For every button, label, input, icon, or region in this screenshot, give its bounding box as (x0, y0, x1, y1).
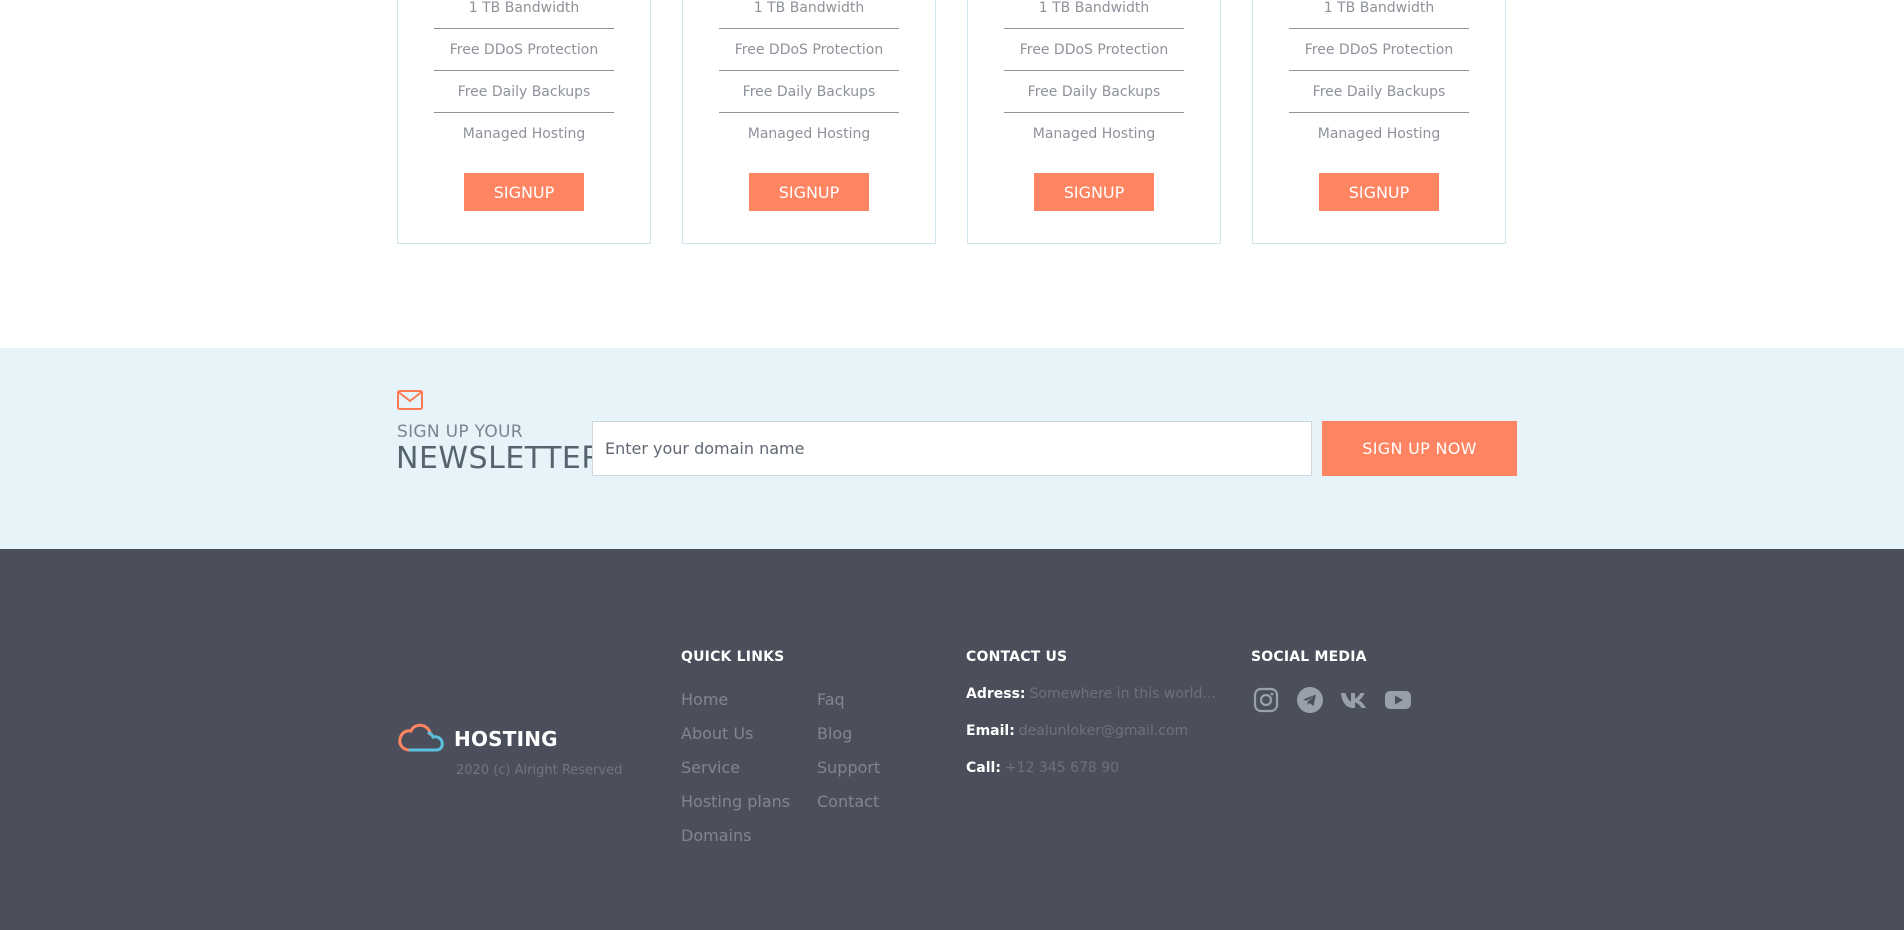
email-value[interactable]: dealunloker@gmail.com (1019, 723, 1188, 739)
divider (719, 70, 899, 71)
contact-title: CONTACT US (966, 649, 1068, 665)
signup-button[interactable]: SIGNUP (464, 173, 584, 211)
divider (719, 112, 899, 113)
plan-feature: Free Daily Backups (742, 84, 876, 100)
address-label: Adress: (966, 686, 1026, 702)
signup-button[interactable]: SIGNUP (749, 173, 869, 211)
pricing-card: 1 TB Bandwidth Free DDoS Protection Free… (1252, 0, 1506, 244)
instagram-icon[interactable] (1251, 685, 1281, 715)
plan-feature: Free Daily Backups (1312, 84, 1446, 100)
vk-icon[interactable] (1339, 685, 1369, 715)
divider (434, 70, 614, 71)
divider (1004, 70, 1184, 71)
newsletter-section: SIGN UP YOUR NEWSLETTER SIGN UP NOW (0, 348, 1904, 549)
pricing-card: 1 TB Bandwidth Free DDoS Protection Free… (682, 0, 936, 244)
footer-link-about[interactable]: About Us (681, 724, 753, 743)
newsletter-title: NEWSLETTER (396, 441, 603, 476)
telegram-icon[interactable] (1295, 685, 1325, 715)
plan-feature: Free DDoS Protection (1304, 42, 1454, 58)
envelope-icon (397, 390, 423, 410)
plan-feature: 1 TB Bandwidth (1323, 0, 1435, 16)
footer-logo[interactable]: HOSTING (396, 723, 558, 755)
plan-feature: Free Daily Backups (1027, 84, 1161, 100)
plan-feature: 1 TB Bandwidth (1038, 0, 1150, 16)
divider (1289, 28, 1469, 29)
quick-links-title: QUICK LINKS (681, 649, 785, 665)
divider (1289, 112, 1469, 113)
footer-link-blog[interactable]: Blog (817, 724, 852, 743)
divider (1004, 28, 1184, 29)
contact-call: Call: +12 345 678 90 (966, 760, 1119, 776)
footer-link-support[interactable]: Support (817, 758, 880, 777)
address-value: Somewhere in this world... (1029, 686, 1216, 702)
footer-link-home[interactable]: Home (681, 690, 728, 709)
email-label: Email: (966, 723, 1015, 739)
pricing-card: 1 TB Bandwidth Free DDoS Protection Free… (967, 0, 1221, 244)
plan-feature: Managed Hosting (1032, 126, 1156, 142)
call-value: +12 345 678 90 (1004, 760, 1120, 776)
footer-link-contact[interactable]: Contact (817, 792, 879, 811)
divider (434, 28, 614, 29)
footer-link-faq[interactable]: Faq (817, 690, 845, 709)
signup-button[interactable]: SIGNUP (1034, 173, 1154, 211)
newsletter-subtitle: SIGN UP YOUR (397, 422, 523, 442)
divider (1289, 70, 1469, 71)
copyright-text: 2020 (c) Alright Reserved (456, 763, 623, 778)
footer-link-service[interactable]: Service (681, 758, 740, 777)
plan-feature: Free Daily Backups (457, 84, 591, 100)
pricing-card: 1 TB Bandwidth Free DDoS Protection Free… (397, 0, 651, 244)
divider (719, 28, 899, 29)
contact-address: Adress: Somewhere in this world... (966, 686, 1216, 702)
plan-feature: 1 TB Bandwidth (468, 0, 580, 16)
plan-feature: Free DDoS Protection (734, 42, 884, 58)
logo-text: HOSTING (454, 727, 558, 751)
footer-link-hosting-plans[interactable]: Hosting plans (681, 792, 790, 811)
footer-link-domains[interactable]: Domains (681, 826, 751, 845)
call-label: Call: (966, 760, 1001, 776)
plan-feature: Free DDoS Protection (449, 42, 599, 58)
divider (1004, 112, 1184, 113)
signup-button[interactable]: SIGNUP (1319, 173, 1439, 211)
domain-input[interactable] (592, 421, 1312, 476)
cloud-icon (398, 723, 444, 752)
youtube-icon[interactable] (1383, 685, 1413, 715)
plan-feature: 1 TB Bandwidth (753, 0, 865, 16)
plan-feature: Managed Hosting (747, 126, 871, 142)
footer: HOSTING 2020 (c) Alright Reserved QUICK … (0, 549, 1904, 930)
plan-feature: Free DDoS Protection (1019, 42, 1169, 58)
plan-feature: Managed Hosting (462, 126, 586, 142)
social-media-title: SOCIAL MEDIA (1251, 649, 1367, 665)
divider (434, 112, 614, 113)
pricing-section: 1 TB Bandwidth Free DDoS Protection Free… (0, 0, 1904, 348)
plan-feature: Managed Hosting (1317, 126, 1441, 142)
contact-email: Email: dealunloker@gmail.com (966, 723, 1188, 739)
sign-up-now-button[interactable]: SIGN UP NOW (1322, 421, 1517, 476)
